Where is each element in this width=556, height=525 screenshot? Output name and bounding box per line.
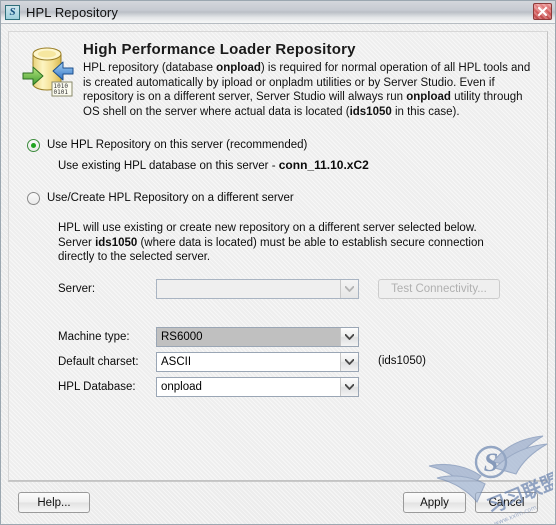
header-texts: High Performance Loader Repository HPL r…	[83, 40, 537, 119]
machine-type-row: Machine type: RS6000 (ids1050)	[58, 326, 537, 367]
window-title: HPL Repository	[26, 4, 118, 20]
header-desc-bold-onpload: onpload	[216, 62, 261, 74]
footer-divider	[8, 481, 548, 482]
options-section: Use HPL Repository on this server (recom…	[9, 123, 547, 397]
machine-type-label: Machine type:	[58, 330, 130, 343]
default-charset-select[interactable]: ASCII	[156, 351, 359, 372]
header-desc-seg: HPL repository (database	[83, 62, 217, 74]
dialog-footer: Help... Apply Cancel	[1, 481, 555, 524]
radio-this-server-label: Use HPL Repository on this server (recom…	[47, 139, 308, 151]
hpl-database-select[interactable]: onpload	[156, 376, 359, 397]
test-connectivity-button[interactable]: Test Connectivity...	[378, 278, 500, 299]
hpl-repository-dialog: S HPL Repository 1010 0101 High Performa…	[0, 0, 556, 525]
machine-type-select[interactable]: RS6000	[156, 326, 359, 347]
server-studio-s-icon: S	[5, 4, 20, 20]
cancel-button[interactable]: Cancel	[475, 492, 538, 513]
radio-different-server-indicator[interactable]	[27, 192, 40, 205]
machine-type-value: RS6000	[157, 327, 340, 346]
header-description: HPL repository (database onpload) is req…	[83, 61, 537, 119]
header-block: 1010 0101 High Performance Loader Reposi…	[9, 32, 547, 123]
radio-this-server-indicator[interactable]	[27, 139, 40, 152]
apply-button[interactable]: Apply	[403, 492, 466, 513]
radio-option-different-server[interactable]: Use/Create HPL Repository on a different…	[27, 191, 537, 205]
existing-database-line: Use existing HPL database on this server…	[58, 158, 537, 173]
server-select[interactable]	[156, 278, 359, 299]
header-desc-seg: in this case).	[391, 105, 460, 118]
chevron-down-icon[interactable]	[340, 352, 358, 371]
chevron-down-icon[interactable]	[340, 327, 358, 346]
existing-database-prefix: Use existing HPL database on this server…	[58, 160, 279, 172]
form-grid: Machine type: RS6000 (ids1050) Default c…	[58, 326, 537, 397]
different-server-description: HPL will use existing or create new repo…	[58, 221, 488, 265]
header-desc-bold-onpload-2: onpload	[406, 91, 451, 103]
server-select-value	[157, 280, 340, 298]
diff-desc-bold-ids1050: ids1050	[95, 236, 138, 249]
content-panel: 1010 0101 High Performance Loader Reposi…	[8, 31, 548, 481]
footer-actions: Apply Cancel	[403, 492, 538, 513]
header-desc-bold-ids1050: ids1050	[349, 105, 392, 118]
hpl-database-value: onpload	[161, 380, 202, 393]
hpl-database-row: HPL Database: onpload	[58, 376, 537, 397]
hpl-database-label: HPL Database:	[58, 380, 136, 393]
radio-different-server-label: Use/Create HPL Repository on a different…	[47, 192, 294, 204]
close-icon[interactable]	[533, 3, 552, 20]
dialog-client-area: 1010 0101 High Performance Loader Reposi…	[1, 24, 555, 481]
server-label: Server:	[58, 282, 96, 295]
help-button[interactable]: Help...	[18, 492, 90, 513]
default-charset-label: Default charset:	[58, 355, 139, 368]
radio-option-this-server[interactable]: Use HPL Repository on this server (recom…	[27, 138, 537, 152]
chevron-down-icon[interactable]	[340, 377, 358, 396]
existing-database-name: conn_11.10.xC2	[278, 158, 369, 172]
svg-text:0101: 0101	[54, 89, 69, 96]
chevron-down-icon[interactable]	[340, 279, 358, 298]
titlebar: S HPL Repository	[1, 1, 555, 24]
server-row: Server: Test Connectivity...	[58, 278, 537, 299]
database-repository-icon: 1010 0101	[19, 42, 77, 100]
page-title: High Performance Loader Repository	[83, 41, 356, 58]
default-charset-value: ASCII	[161, 355, 192, 368]
default-charset-row: Default charset: ASCII	[58, 351, 537, 372]
